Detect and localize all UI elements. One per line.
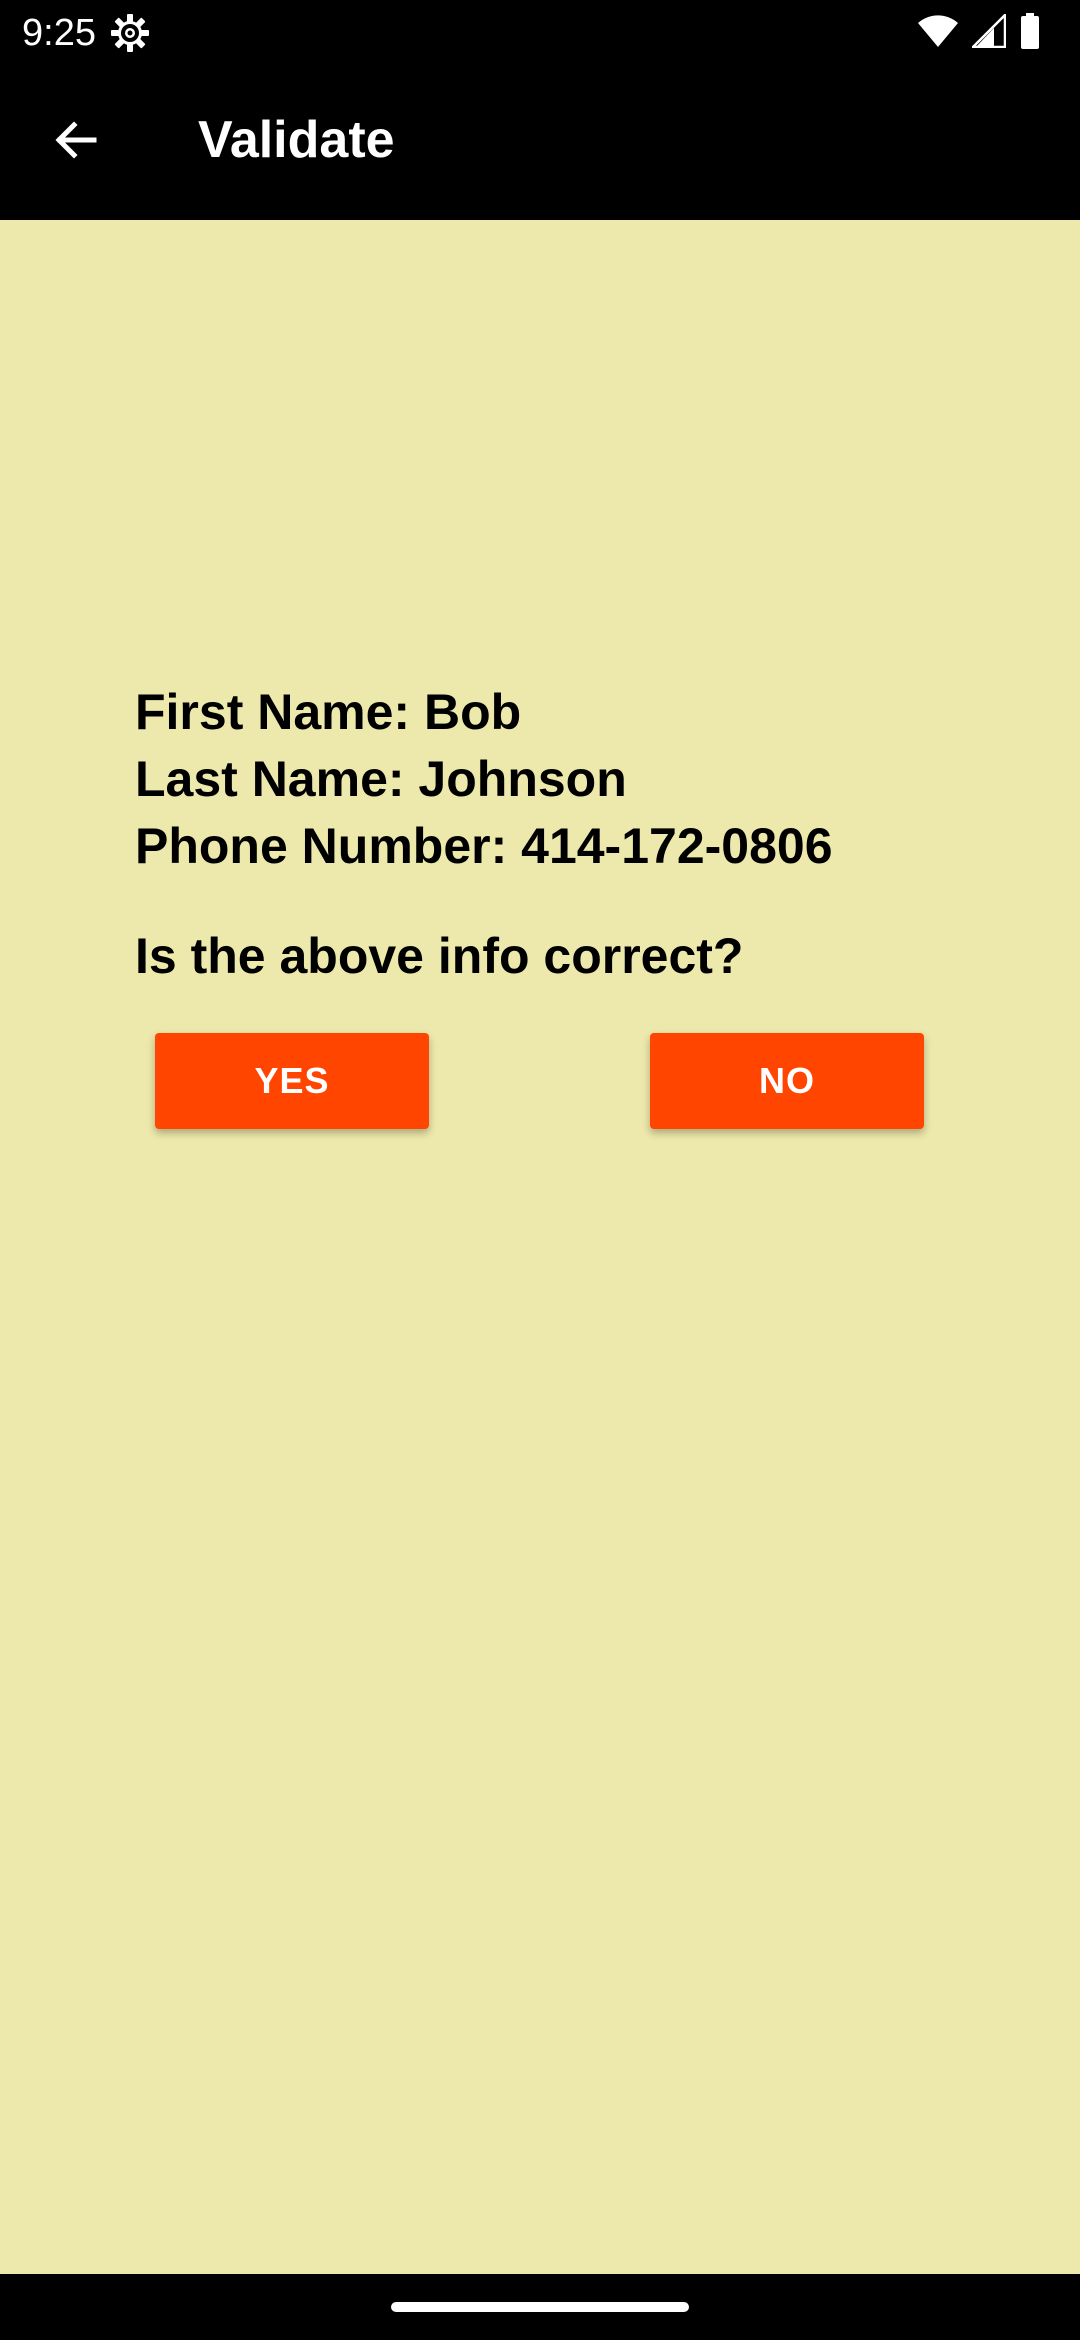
confirm-question: Is the above info correct? xyxy=(135,928,744,984)
wifi-icon xyxy=(918,14,958,53)
last-name-text: Last Name: Johnson xyxy=(135,751,627,807)
back-button[interactable] xyxy=(46,112,106,172)
validation-content: First Name: Bob Last Name: Johnson Phone… xyxy=(0,220,1080,2274)
arrow-back-icon xyxy=(52,116,100,169)
settings-gear-icon xyxy=(110,13,150,53)
status-bar: 9:25 xyxy=(0,0,1080,66)
page-title: Validate xyxy=(198,111,395,169)
home-indicator[interactable] xyxy=(391,2302,689,2312)
no-button[interactable]: NO xyxy=(650,1033,924,1129)
first-name-text: First Name: Bob xyxy=(135,684,522,740)
phone-number-text: Phone Number: 414-172-0806 xyxy=(135,818,833,874)
yes-button[interactable]: YES xyxy=(155,1033,429,1129)
battery-icon xyxy=(1020,12,1040,54)
status-icons xyxy=(918,11,1040,54)
status-time: 9:25 xyxy=(22,12,96,54)
app-bar: Validate xyxy=(0,66,1080,220)
cellular-signal-icon xyxy=(969,11,1007,53)
navigation-bar xyxy=(0,2274,1080,2340)
